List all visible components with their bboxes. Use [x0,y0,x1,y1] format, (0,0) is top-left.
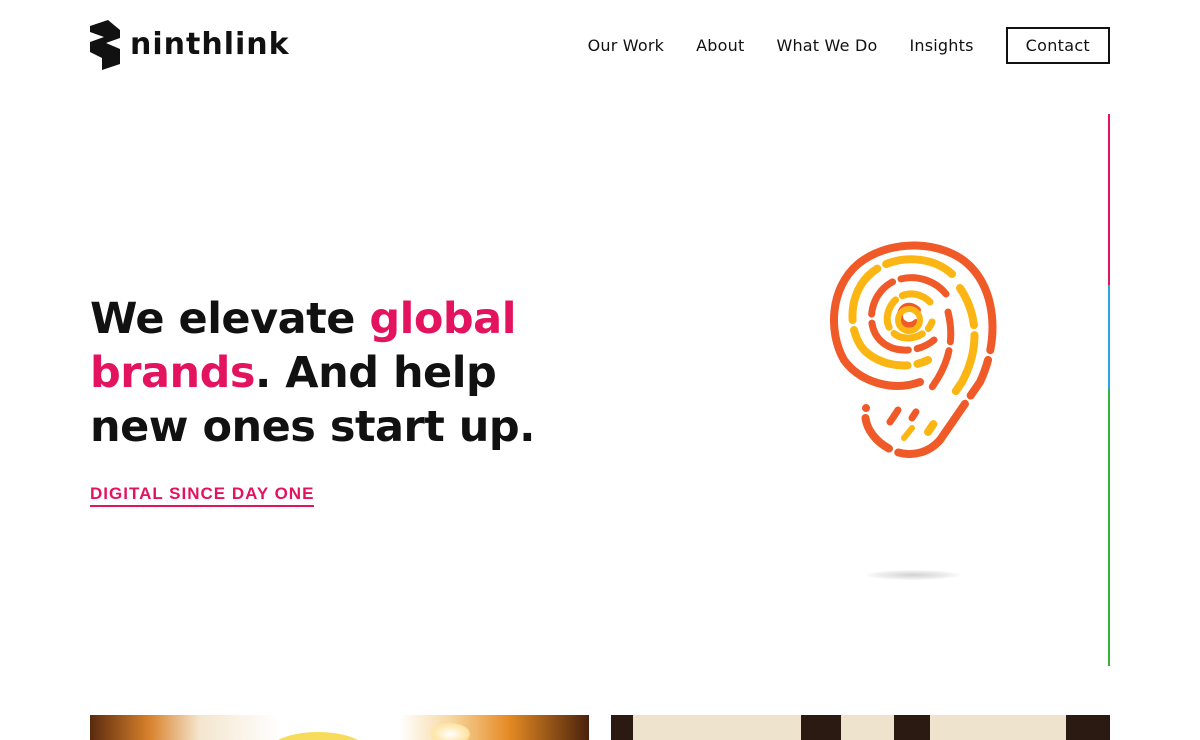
nav-insights[interactable]: Insights [909,36,973,55]
ninthlink-logo-icon [90,20,120,70]
main-nav: Our Work About What We Do Insights Conta… [588,27,1110,64]
graphic-shadow [866,570,960,580]
site-header: ninthlink Our Work About What We Do Insi… [90,18,1110,70]
logo-link[interactable]: ninthlink [90,20,290,70]
nav-what-we-do[interactable]: What We Do [776,36,877,55]
featured-work-card-2[interactable] [611,715,1110,740]
page: ninthlink Our Work About What We Do Insi… [0,0,1200,740]
contact-button[interactable]: Contact [1005,27,1110,64]
card-image-stripe [894,715,930,740]
card-image-flare [430,723,470,740]
digital-since-day-one-link[interactable]: DIGITAL SINCE DAY ONE [90,484,315,507]
card-image-sun [268,732,368,740]
card-image-stripe [801,715,841,740]
scroll-progress-line [1108,114,1110,666]
card-image-stripe [611,715,633,740]
nine-fingerprint-icon [830,241,997,459]
nav-our-work[interactable]: Our Work [588,36,665,55]
hero-headline: We elevate global brands. And help new o… [90,292,570,454]
headline-text-1: We elevate [90,294,370,344]
card-image-stripe [1066,715,1110,740]
nav-about[interactable]: About [696,36,744,55]
featured-work-card-1[interactable] [90,715,589,740]
logo-wordmark: ninthlink [130,27,290,62]
